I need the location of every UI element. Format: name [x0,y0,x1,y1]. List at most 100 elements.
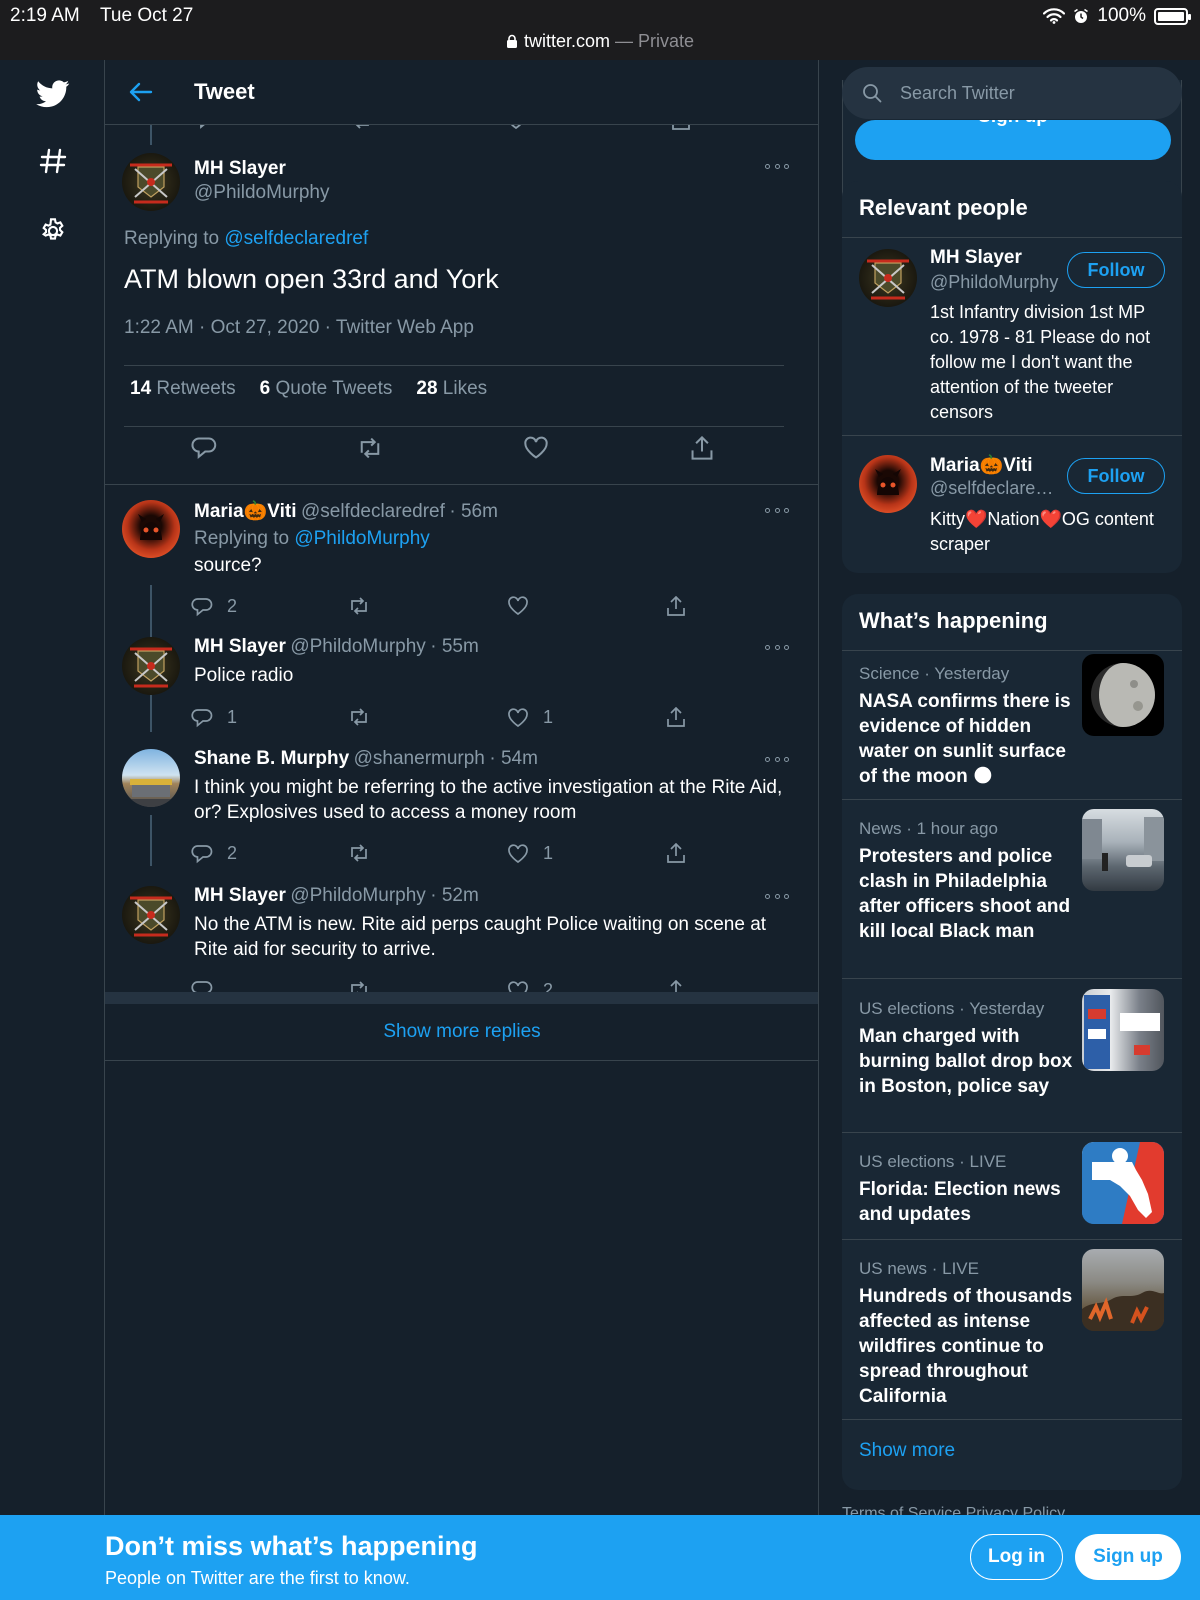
follow-button[interactable]: Follow [1067,252,1165,288]
signup-banner: Don’t miss what’s happening People on Tw… [0,1515,1200,1600]
show-more-trends-link[interactable]: Show more [859,1440,955,1462]
avatar[interactable] [859,455,917,513]
status-indicators: 100% [1043,5,1191,27]
share-button[interactable] [665,843,687,863]
person-name[interactable]: Maria🎃Viti [930,453,1033,477]
retweet-button[interactable] [357,436,383,460]
trend-title: Man charged with burning ballot drop box… [859,1026,1073,1097]
reply-text: source? [194,555,262,576]
more-options-icon[interactable] [765,890,789,902]
reply-icon [191,708,213,727]
tweet-author-handle[interactable]: @PhildoMurphy [194,182,329,204]
reply-count: 2 [227,843,238,863]
more-options-icon[interactable] [765,753,789,765]
banner-title: Don’t miss what’s happening [105,1531,478,1561]
divider [842,1132,1182,1133]
reply-author-name[interactable]: Maria🎃Viti [194,501,297,522]
reply-button[interactable]: 1 [191,707,237,728]
sidebar-signup-label: Sign up [855,120,1171,128]
reply-author-name[interactable]: MH Slayer [194,885,286,906]
replying-to-link[interactable]: @selfdeclaredref [224,228,368,249]
twitter-logo-icon[interactable] [28,69,78,119]
battery-icon [1154,7,1191,25]
follow-button[interactable]: Follow [1067,458,1165,494]
login-button[interactable]: Log in [970,1534,1063,1580]
divider [842,435,1182,436]
reply-author-handle[interactable]: @PhildoMurphy [290,885,425,906]
avatar[interactable] [122,749,180,807]
quote-tweets-stat[interactable]: 6 Quote Tweets [260,378,393,400]
reply-button[interactable]: 2 [191,843,237,864]
avatar[interactable] [859,249,917,307]
section-separator [105,992,818,1004]
reply-time[interactable]: · 56m [449,501,498,522]
share-icon [667,707,685,727]
reply-time[interactable]: · 52m [430,885,479,906]
reply-header: Maria🎃Viti @selfdeclaredref · 56m [194,499,498,523]
avatar[interactable] [122,637,180,695]
divider [842,799,1182,800]
retweet-button[interactable] [348,707,370,727]
sidebar-signup-button[interactable]: Sign up [855,120,1171,160]
address-bar[interactable]: twitter.com — Private [0,31,1200,52]
reply-author-handle[interactable]: @selfdeclaredref [301,501,445,522]
like-button[interactable]: 1 [507,707,553,728]
search-input[interactable]: Search Twitter [842,67,1182,119]
reply-author-handle[interactable]: @shanermurph [354,748,485,769]
reply-time[interactable]: · 54m [489,748,538,769]
reply-author-name[interactable]: MH Slayer [194,636,286,657]
likes-stat[interactable]: 28 Likes [416,378,487,400]
back-button[interactable] [123,74,159,110]
retweet-button[interactable] [348,843,370,863]
reply-button[interactable]: 2 [191,596,237,617]
reply-author-handle[interactable]: @PhildoMurphy [290,636,425,657]
divider [842,978,1182,979]
more-options-icon[interactable] [765,160,789,172]
wildfire-image [1082,1249,1164,1331]
reply-button[interactable] [191,436,217,460]
banner-subtitle: People on Twitter are the first to know. [105,1568,410,1588]
trend-meta: US elections · Yesterday [859,999,1045,1018]
explore-hashtag-icon[interactable] [28,136,78,186]
reply-text: Police radio [194,665,294,686]
share-button[interactable] [665,707,687,727]
quote-tweets-count: 6 [259,378,271,399]
relevant-people-card: Relevant people MH Slayer @PhildoMurphy … [842,181,1182,573]
reply-header: MH Slayer @PhildoMurphy · 55m [194,636,479,658]
like-button[interactable] [507,596,543,616]
reply-header: MH Slayer @PhildoMurphy · 52m [194,885,479,907]
reply-text: No the ATM is new. Rite aid perps caught… [194,914,767,960]
person-bio: Kitty❤️Nation❤️OG content scraper [930,509,1154,554]
like-button[interactable]: 1 [507,843,553,864]
replying-to: Replying to @selfdeclaredref [124,228,368,250]
street-image [1082,809,1164,891]
signup-button[interactable]: Sign up [1075,1534,1181,1580]
reply-author-name[interactable]: Shane B. Murphy [194,748,349,769]
share-button[interactable] [689,436,715,460]
trend-title: Hundreds of thousands affected as intens… [859,1286,1073,1407]
like-icon [508,596,528,616]
person-handle[interactable]: @PhildoMurphy [930,272,1060,293]
settings-gear-icon[interactable] [28,206,78,256]
retweets-stat[interactable]: 14 Retweets [130,378,236,400]
person-name[interactable]: MH Slayer [930,247,1022,269]
url-separator: — [609,31,638,51]
reply-icon [191,844,213,863]
show-more-replies-button[interactable]: Show more replies [105,1004,818,1061]
person-handle[interactable]: @selfdeclaredref [930,478,1060,499]
avatar[interactable] [122,153,180,211]
more-options-icon[interactable] [765,504,789,516]
reply-time[interactable]: · 55m [430,636,479,657]
avatar[interactable] [122,500,180,558]
tweet-author-name[interactable]: MH Slayer [194,158,286,180]
like-button[interactable] [523,436,549,460]
lock-icon [506,34,518,49]
divider [842,1419,1182,1420]
retweet-button[interactable] [348,596,370,616]
more-options-icon[interactable] [765,641,789,653]
share-button[interactable] [665,596,687,616]
like-icon [524,436,548,459]
tweet-timestamp[interactable]: 1:22 AM · Oct 27, 2020 · Twitter Web App [124,317,474,339]
replying-to-link[interactable]: @PhildoMurphy [294,528,429,549]
avatar[interactable] [122,886,180,944]
